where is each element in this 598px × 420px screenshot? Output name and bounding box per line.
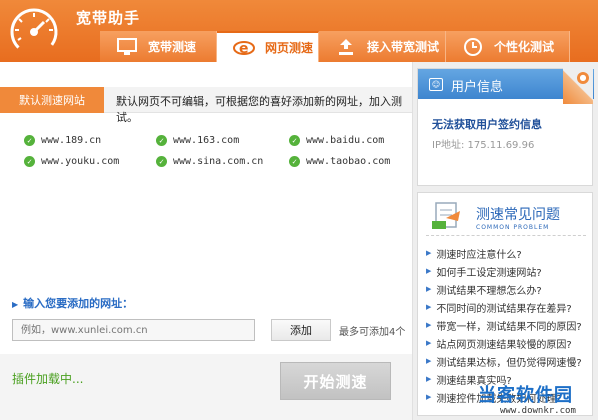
browser-icon: e (233, 38, 255, 58)
site-url: www.taobao.com (306, 156, 391, 167)
faq-item[interactable]: ▶ 如何手工设定测速网站? (426, 262, 582, 280)
site-item: ✓ www.baidu.com (289, 135, 384, 146)
check-icon: ✓ (289, 156, 300, 167)
faq-item-text: 带宽一样，测试结果不同的原因? (436, 321, 582, 333)
site-item: ✓ www.189.cn (24, 135, 101, 146)
tab-custom-test[interactable]: 个性化测试 (446, 31, 570, 62)
default-sites-notice: 默认网页不可编辑，可根据您的喜好添加新的网址，加入测试。 (116, 95, 402, 124)
add-site-label-text: 输入您要添加的网址： (23, 297, 134, 310)
site-item: ✓ www.163.com (156, 135, 239, 146)
bullet-icon: ▶ (426, 339, 432, 347)
max-sites-note: 最多可添加4个 (339, 327, 406, 338)
faq-item-text: 测试结果不理想怎么办? (436, 285, 542, 297)
faq-divider (426, 235, 586, 236)
bottom-bar: 插件加载中... 开始测速 (0, 354, 412, 420)
bullet-icon: ▶ (426, 249, 432, 257)
bullet-icon: ▶ (426, 267, 432, 275)
watermark-text: 当客软件园 (478, 385, 573, 406)
bullet-icon: ▶ (426, 303, 432, 311)
default-sites-bar: 默认测速网站 默认网页不可编辑，可根据您的喜好添加新的网址，加入测试。 (0, 87, 412, 124)
default-sites-tab[interactable]: 默认测速网站 (0, 87, 104, 113)
site-url: www.youku.com (41, 156, 120, 167)
bullet-icon: ▶ (426, 393, 432, 401)
close-icon[interactable]: ● (577, 72, 589, 84)
site-url: www.baidu.com (306, 135, 385, 146)
tab-access-bandwidth[interactable]: 接入带宽测试 (319, 31, 446, 62)
faq-title: 测速常见问题 (476, 207, 560, 223)
add-button[interactable]: 添加 (271, 319, 331, 341)
clock-icon (462, 37, 484, 57)
faq-item[interactable]: ▶ 测试结果达标，但仍觉得网速慢? (426, 352, 582, 370)
site-url: www.163.com (173, 135, 240, 146)
faq-item[interactable]: ▶ 站点网页测速结果较慢的原因? (426, 334, 582, 352)
faq-item-text: 不同时间的测试结果存在差异? (436, 303, 572, 315)
plugin-loading-status: 插件加载中... (12, 372, 84, 386)
site-item: ✓ www.taobao.com (289, 156, 390, 167)
user-info-title: 用户信息 (451, 80, 504, 95)
bullet-icon: ▶ (426, 285, 432, 293)
main-tabs: 宽带测速 e 网页测速 接入带宽测试 个性化测试 (100, 31, 570, 62)
faq-subtitle: COMMON PROBLEM (476, 224, 550, 231)
faq-item-text: 如何手工设定测速网站? (436, 267, 542, 279)
page-curl-corner: ● (563, 68, 593, 104)
site-url: www.sina.com.cn (173, 156, 264, 167)
tab-broadband-speed[interactable]: 宽带测速 (100, 31, 217, 62)
faq-item-text: 站点网页测速结果较慢的原因? (436, 339, 572, 351)
check-icon: ✓ (24, 135, 35, 146)
tab-label: 接入带宽测试 (367, 40, 440, 54)
bullet-icon: ▶ (426, 375, 432, 383)
watermark-logo: 当客软件园 www.downkr.com (470, 380, 598, 420)
gauge-logo-icon (10, 8, 58, 56)
bullet-icon: ▶ (426, 321, 432, 329)
tab-web-speed[interactable]: e 网页测速 (217, 31, 319, 62)
faq-item[interactable]: ▶ 测速时应注意什么? (426, 244, 582, 262)
start-test-button[interactable]: 开始测速 (280, 362, 391, 400)
site-item: ✓ www.sina.com.cn (156, 156, 263, 167)
user-info-box: ☺ 用户信息 ● 无法获取用户签约信息 IP地址: 175.11.69.96 (417, 68, 594, 186)
main-panel: 默认测速网站 默认网页不可编辑，可根据您的喜好添加新的网址，加入测试。 ✓ www… (0, 62, 412, 420)
faq-item[interactable]: ▶ 不同时间的测试结果存在差异? (426, 298, 582, 316)
tab-label: 个性化测试 (494, 40, 555, 54)
site-item: ✓ www.youku.com (24, 156, 119, 167)
check-icon: ✓ (289, 135, 300, 146)
app-title: 宽带助手 (76, 9, 141, 27)
url-input[interactable] (12, 319, 255, 341)
faq-document-icon (432, 202, 460, 229)
faq-item-text: 测速时应注意什么? (436, 249, 522, 261)
bullet-icon: ▶ (426, 357, 432, 365)
svg-text:e: e (239, 41, 249, 57)
faq-item[interactable]: ▶ 带宽一样，测试结果不同的原因? (426, 316, 582, 334)
user-card-icon: ☺ (429, 78, 443, 91)
check-icon: ✓ (156, 135, 167, 146)
check-icon: ✓ (156, 156, 167, 167)
side-panel: ☺ 用户信息 ● 无法获取用户签约信息 IP地址: 175.11.69.96 测… (412, 62, 598, 420)
add-site-label: ▶ 输入您要添加的网址： (12, 295, 133, 311)
upload-icon (335, 37, 357, 57)
app-header: 宽带助手 宽带测速 e 网页测速 接入带宽测试 个性化测试 (0, 0, 598, 62)
triangle-right-icon: ▶ (12, 300, 19, 309)
faq-item[interactable]: ▶ 测试结果不理想怎么办? (426, 280, 582, 298)
ip-address: IP地址: 175.11.69.96 (432, 140, 535, 151)
user-info-message: 无法获取用户签约信息 (432, 118, 542, 131)
watermark-url: www.downkr.com (500, 406, 576, 416)
tab-label: 宽带测速 (148, 40, 197, 54)
tab-label: 网页测速 (265, 41, 314, 55)
site-url: www.189.cn (41, 135, 102, 146)
monitor-icon (116, 37, 138, 57)
check-icon: ✓ (24, 156, 35, 167)
faq-item-text: 测试结果达标，但仍觉得网速慢? (436, 357, 582, 369)
